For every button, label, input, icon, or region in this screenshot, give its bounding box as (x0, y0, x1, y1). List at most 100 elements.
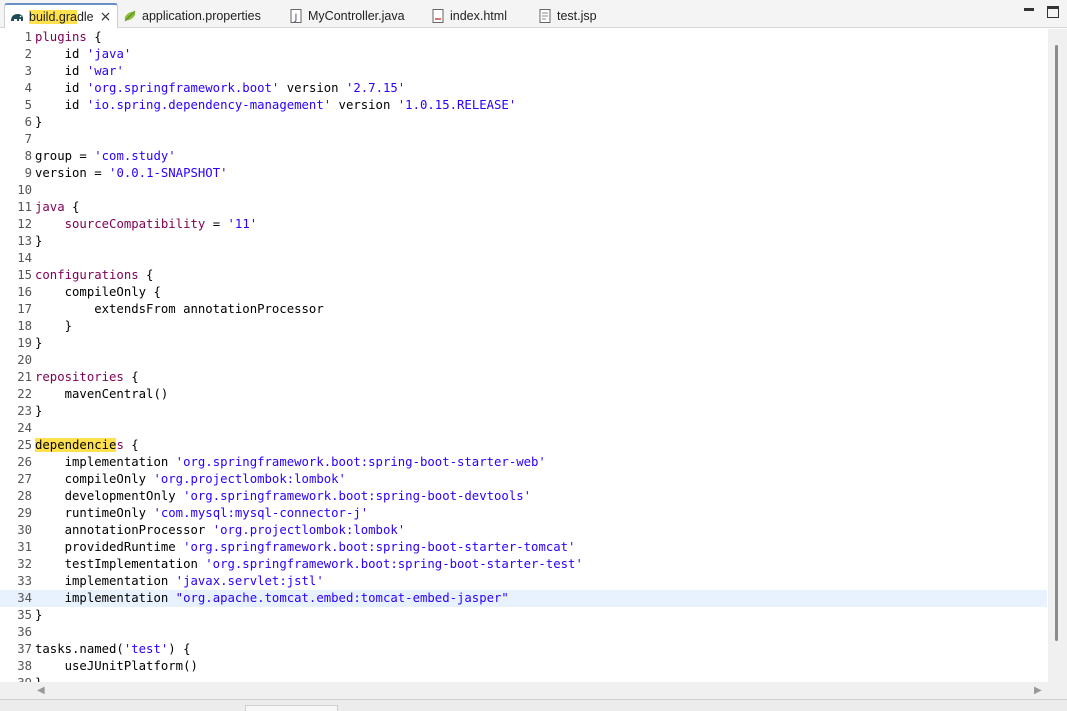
code-line[interactable]: 18 } (0, 318, 1047, 335)
code-line[interactable]: 12 sourceCompatibility = '11' (0, 216, 1047, 233)
code-token: developmentOnly (35, 489, 184, 503)
code-line[interactable]: 4 id 'org.springframework.boot' version … (0, 80, 1047, 97)
code-line[interactable]: 16 compileOnly { (0, 284, 1047, 301)
line-number: 36 (17, 625, 32, 639)
code-text: implementation "org.apache.tomcat.embed:… (35, 590, 509, 607)
code-line[interactable]: 11 java { (0, 199, 1047, 216)
code-line[interactable]: 20 (0, 352, 1047, 369)
code-line[interactable]: 34 implementation "org.apache.tomcat.emb… (0, 590, 1047, 607)
keyword-token: java (35, 200, 65, 214)
code-line[interactable]: 2 id 'java' (0, 46, 1047, 63)
code-text: id 'org.springframework.boot' version '2… (35, 80, 406, 97)
code-line[interactable]: 39} (0, 675, 1047, 682)
code-line[interactable]: 27 compileOnly 'org.projectlombok:lombok… (0, 471, 1047, 488)
code-line[interactable]: 35} (0, 607, 1047, 624)
line-number: 39 (0, 675, 32, 682)
line-number: 31 (17, 540, 32, 554)
code-token: version = (35, 166, 110, 180)
code-text: } (35, 403, 42, 420)
code-line[interactable]: 22 mavenCentral() (0, 386, 1047, 403)
code-token: compileOnly (35, 472, 154, 486)
keyword-token: sourceCompatibility (64, 217, 206, 231)
code-line[interactable]: 9 version = '0.0.1-SNAPSHOT' (0, 165, 1047, 182)
code-line[interactable]: 21 repositories { (0, 369, 1047, 386)
code-line[interactable]: 5 id 'io.spring.dependency-management' v… (0, 97, 1047, 114)
code-line[interactable]: 10 (0, 182, 1047, 199)
vertical-scrollbar[interactable] (1048, 29, 1067, 682)
code-text: configurations { (35, 267, 153, 284)
bottom-panel-tab[interactable] (245, 705, 338, 711)
code-line[interactable]: 28 developmentOnly 'org.springframework.… (0, 488, 1047, 505)
code-token: useJUnitPlatform() (35, 659, 198, 673)
code-line[interactable]: 29 runtimeOnly 'com.mysql:mysql-connecto… (0, 505, 1047, 522)
line-number: 23 (17, 404, 32, 418)
keyword-token: repositories (35, 370, 124, 384)
line-number: 28 (17, 489, 32, 503)
scroll-left-icon[interactable]: ◀ (37, 685, 45, 696)
tab-application-properties[interactable]: application.properties (122, 3, 261, 28)
tab-build-gradle[interactable]: build.gradle × (4, 3, 118, 28)
code-text: sourceCompatibility = '11' (35, 216, 258, 233)
code-token: ) { (168, 642, 191, 656)
code-token: id (35, 64, 87, 78)
code-token: implementation (35, 455, 176, 469)
tab-mycontroller-java[interactable]: J MyController.java (288, 3, 405, 28)
code-line[interactable]: 3 id 'war' (0, 63, 1047, 80)
line-number: 24 (17, 421, 32, 435)
html-file-icon (430, 8, 446, 24)
code-line[interactable]: 37 tasks.named('test') { (0, 641, 1047, 658)
code-text: implementation 'org.springframework.boot… (35, 454, 546, 471)
line-number: 12 (17, 217, 32, 231)
code-text: testImplementation 'org.springframework.… (35, 556, 583, 573)
code-text: } (35, 607, 42, 624)
keyword-token: configurations (35, 268, 139, 282)
line-number: 8 (24, 149, 32, 163)
code-line[interactable]: 33 implementation 'javax.servlet:jstl' (0, 573, 1047, 590)
vertical-scroll-thumb[interactable] (1055, 45, 1058, 641)
code-text: } (35, 318, 72, 335)
code-line[interactable]: 38 useJUnitPlatform() (0, 658, 1047, 675)
code-editor[interactable]: 1 plugins {2 id 'java' 3 id 'war' 4 id 'org… (0, 29, 1067, 682)
code-line[interactable]: 19} (0, 335, 1047, 352)
string-token: 'org.springframework.boot:spring-boot-st… (175, 455, 546, 469)
scroll-right-icon[interactable]: ▶ (1034, 685, 1042, 696)
code-line[interactable]: 23} (0, 403, 1047, 420)
string-token: 'org.projectlombok:lombok' (212, 523, 406, 537)
code-token: annotationProcessor (35, 523, 213, 537)
code-token: { (123, 438, 139, 452)
code-text: useJUnitPlatform() (35, 658, 198, 675)
code-line[interactable]: 30 annotationProcessor 'org.projectlombo… (0, 522, 1047, 539)
code-line[interactable]: 32 testImplementation 'org.springframewo… (0, 556, 1047, 573)
code-line[interactable]: 13} (0, 233, 1047, 250)
tab-test-jsp[interactable]: test.jsp (537, 3, 597, 28)
line-number: 2 (24, 47, 32, 61)
code-line[interactable]: 15 configurations { (0, 267, 1047, 284)
code-line[interactable]: 17 extendsFrom annotationProcessor (0, 301, 1047, 318)
string-token: "org.apache.tomcat.embed:tomcat-embed-ja… (175, 591, 509, 605)
code-line[interactable]: 1 plugins { (0, 29, 1047, 46)
code-line[interactable]: 26 implementation 'org.springframework.b… (0, 454, 1047, 471)
jsp-file-icon (537, 8, 553, 24)
code-text: dependencies { (35, 437, 139, 454)
code-line[interactable]: 14 (0, 250, 1047, 267)
code-line[interactable]: 25 dependencies { (0, 437, 1047, 454)
code-token: implementation (35, 591, 176, 605)
code-token: } (35, 319, 73, 333)
code-line[interactable]: 24 (0, 420, 1047, 437)
close-icon[interactable]: × (100, 10, 112, 24)
code-line[interactable]: 6} (0, 114, 1047, 131)
code-line[interactable]: 8 group = 'com.study' (0, 148, 1047, 165)
tab-index-html[interactable]: index.html (430, 3, 507, 28)
code-text: annotationProcessor 'org.projectlombok:l… (35, 522, 406, 539)
code-line[interactable]: 31 providedRuntime 'org.springframework.… (0, 539, 1047, 556)
code-token: runtimeOnly (35, 506, 154, 520)
code-text: group = 'com.study' (35, 148, 176, 165)
line-number: 32 (17, 557, 32, 571)
string-token: 'org.springframework.boot:spring-boot-de… (183, 489, 532, 503)
string-token: 'javax.servlet:jstl' (175, 574, 324, 588)
minimize-icon[interactable] (1023, 6, 1035, 18)
code-line[interactable]: 36 (0, 624, 1047, 641)
maximize-icon[interactable] (1047, 6, 1059, 18)
code-line[interactable]: 7 (0, 131, 1047, 148)
horizontal-scrollbar[interactable]: ◀ ▶ (0, 682, 1048, 699)
